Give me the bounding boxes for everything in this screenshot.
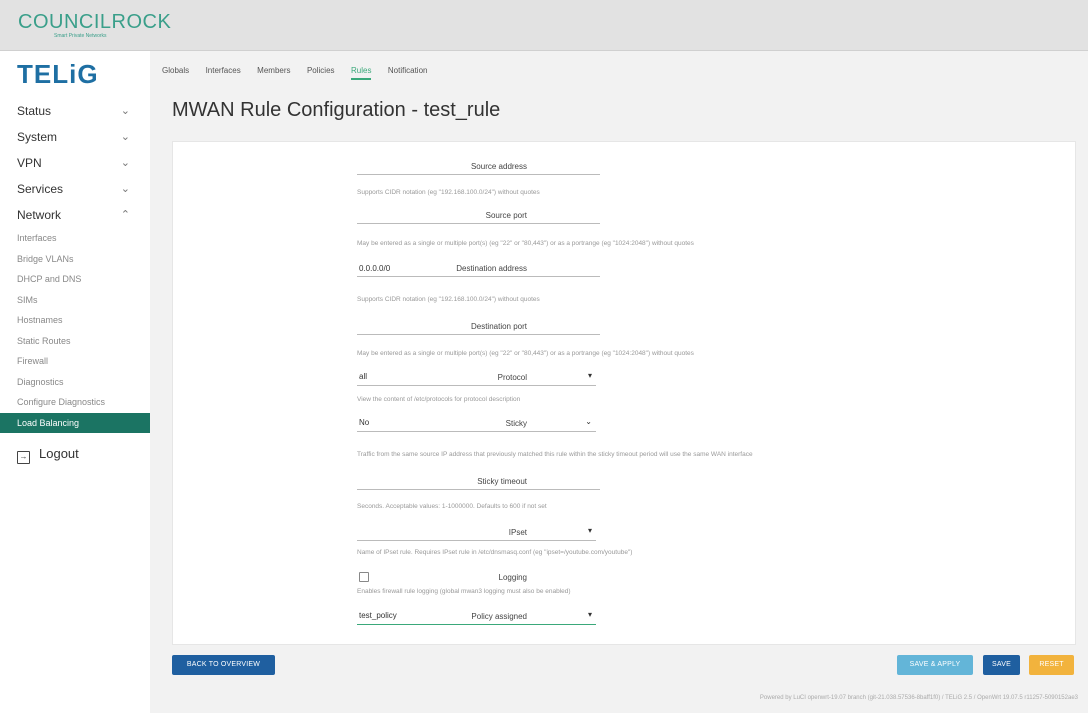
chevron-down-icon: ⌄ xyxy=(585,417,592,426)
brand-name: COUNCILROCK xyxy=(18,11,172,33)
logging-checkbox[interactable] xyxy=(359,572,369,582)
chevron-down-icon: ⌄ xyxy=(120,105,130,117)
sidebar-item-label: Services xyxy=(17,182,64,196)
sticky-timeout-input[interactable] xyxy=(357,473,600,490)
logout-button[interactable]: → Logout xyxy=(17,446,79,464)
sidebar-item-system[interactable]: System ⌄ xyxy=(0,124,150,150)
sticky-hint: Traffic from the same source IP address … xyxy=(357,451,753,458)
product-logo: TELiG xyxy=(17,59,99,89)
ipset-hint: Name of IPset rule. Requires IPset rule … xyxy=(357,549,633,556)
sticky-timeout-hint: Seconds. Acceptable values: 1-1000000. D… xyxy=(357,503,547,510)
chevron-down-icon: ⌄ xyxy=(120,131,130,143)
tab-policies[interactable]: Policies xyxy=(307,66,335,78)
sidebar-item-network[interactable]: Network ⌃ xyxy=(0,202,150,228)
logout-label: Logout xyxy=(39,446,79,461)
tab-members[interactable]: Members xyxy=(257,66,290,78)
sidebar: TELiG Status ⌄ System ⌄ VPN ⌄ Services ⌄… xyxy=(0,51,150,713)
destination-port-hint: May be entered as a single or multiple p… xyxy=(357,350,694,357)
source-address-hint: Supports CIDR notation (eg "192.168.100.… xyxy=(357,189,540,196)
protocol-value: all xyxy=(359,372,368,381)
source-port-hint: May be entered as a single or multiple p… xyxy=(357,240,694,247)
logging-label: Logging xyxy=(498,573,527,582)
chevron-down-icon: ⌄ xyxy=(120,183,130,195)
source-address-input[interactable] xyxy=(357,158,600,175)
chevron-down-icon: ⌄ xyxy=(120,157,130,169)
sidebar-subitem-hostnames[interactable]: Hostnames xyxy=(0,310,150,331)
sidebar-item-label: VPN xyxy=(17,156,42,170)
destination-address-input[interactable] xyxy=(357,260,600,277)
sidebar-item-label: System xyxy=(17,130,58,144)
save-apply-button[interactable]: SAVE & APPLY xyxy=(897,655,973,675)
sidebar-subitem-bridge-vlans[interactable]: Bridge VLANs xyxy=(0,249,150,270)
sidebar-subitem-configure-diagnostics[interactable]: Configure Diagnostics xyxy=(0,392,150,413)
sidebar-subitem-interfaces[interactable]: Interfaces xyxy=(0,228,150,249)
councilrock-logo: COUNCILROCK Smart Private Networks xyxy=(18,11,171,39)
policy-assigned-value: test_policy xyxy=(359,611,397,620)
tab-bar: Globals Interfaces Members Policies Rule… xyxy=(162,60,439,80)
sidebar-item-vpn[interactable]: VPN ⌄ xyxy=(0,150,150,176)
sidebar-subitem-sims[interactable]: SIMs xyxy=(0,290,150,311)
protocol-hint: View the content of /etc/protocols for p… xyxy=(357,396,521,403)
ipset-select[interactable]: ▾ xyxy=(357,524,596,541)
sidebar-subitem-firewall[interactable]: Firewall xyxy=(0,351,150,372)
sidebar-item-label: Network xyxy=(17,208,62,222)
save-button[interactable]: SAVE xyxy=(983,655,1020,675)
tab-globals[interactable]: Globals xyxy=(162,66,189,78)
destination-address-hint: Supports CIDR notation (eg "192.168.100.… xyxy=(357,296,540,303)
rule-form: Source address Supports CIDR notation (e… xyxy=(172,141,1076,645)
policy-assigned-select[interactable]: test_policy ▾ xyxy=(357,608,596,625)
protocol-select[interactable]: all ▾ xyxy=(357,369,596,386)
logout-icon: → xyxy=(17,451,30,464)
sidebar-item-status[interactable]: Status ⌄ xyxy=(0,98,150,124)
back-to-overview-button[interactable]: BACK TO OVERVIEW xyxy=(172,655,275,675)
sticky-value: No xyxy=(359,418,370,427)
dropdown-arrow-icon: ▾ xyxy=(587,610,592,619)
logging-hint: Enables firewall rule logging (global mw… xyxy=(357,588,571,595)
sidebar-menu: Status ⌄ System ⌄ VPN ⌄ Services ⌄ Netwo… xyxy=(0,98,150,433)
source-port-input[interactable] xyxy=(357,207,600,224)
sidebar-subitem-diagnostics[interactable]: Diagnostics xyxy=(0,372,150,393)
sidebar-subitem-dhcp-dns[interactable]: DHCP and DNS xyxy=(0,269,150,290)
footer-text: Powered by LuCI openwrt-19.07 branch (gi… xyxy=(759,695,1078,701)
sidebar-subitem-static-routes[interactable]: Static Routes xyxy=(0,331,150,352)
page-title: MWAN Rule Configuration - test_rule xyxy=(172,99,501,121)
brand-bar: COUNCILROCK Smart Private Networks xyxy=(0,0,1088,51)
sidebar-subitem-load-balancing[interactable]: Load Balancing xyxy=(0,412,150,433)
sidebar-item-label: Status xyxy=(17,104,52,118)
dropdown-arrow-icon: ▾ xyxy=(587,526,592,535)
tab-notification[interactable]: Notification xyxy=(388,66,428,78)
dropdown-arrow-icon: ▾ xyxy=(587,371,592,380)
tab-interfaces[interactable]: Interfaces xyxy=(206,66,241,78)
sidebar-item-services[interactable]: Services ⌄ xyxy=(0,176,150,202)
chevron-up-icon: ⌃ xyxy=(120,209,130,221)
sticky-select[interactable]: No ⌄ xyxy=(357,415,596,432)
destination-port-input[interactable] xyxy=(357,318,600,335)
tab-rules[interactable]: Rules xyxy=(351,66,372,80)
reset-button[interactable]: RESET xyxy=(1029,655,1074,675)
